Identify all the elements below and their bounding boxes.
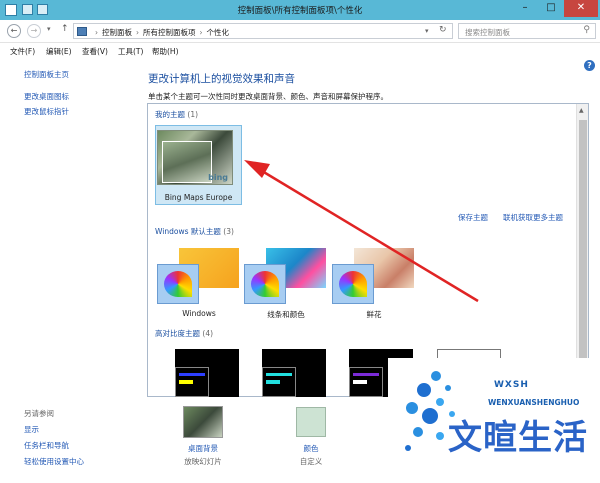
- watermark-pinyin: WENXUANSHENGHUO: [488, 398, 580, 407]
- desktop-background-thumbnail[interactable]: [183, 406, 223, 438]
- watermark-title: 文暄生活: [448, 418, 588, 458]
- color-value: 自定义: [299, 457, 323, 466]
- desktop-background-link[interactable]: 桌面背景: [170, 443, 236, 454]
- color-link[interactable]: 颜色: [280, 443, 342, 454]
- color-swatch[interactable]: [296, 407, 326, 437]
- arrow-shaft: [261, 169, 479, 303]
- watermark-logo: WXSH WENXUANSHENGHUO 文暄生活: [388, 358, 600, 483]
- desktop-background-value: 放映幻灯片: [184, 457, 222, 466]
- arrow-head: [244, 160, 270, 178]
- watermark-abbrev: WXSH: [494, 380, 529, 390]
